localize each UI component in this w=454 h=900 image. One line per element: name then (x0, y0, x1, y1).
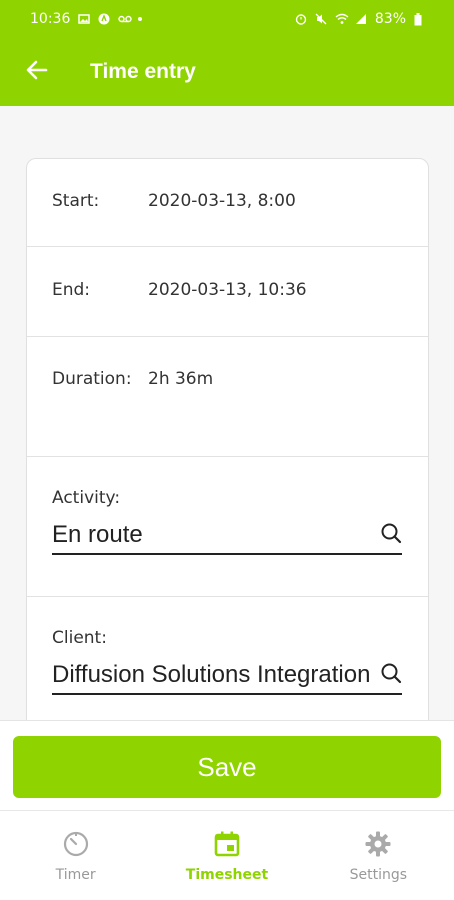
activity-label: Activity: (52, 488, 121, 508)
nav-label-timesheet: Timesheet (185, 867, 269, 883)
page-title: Time entry (90, 60, 196, 83)
client-search-button[interactable] (376, 662, 402, 688)
activity-field[interactable]: En route (52, 517, 402, 555)
nav-label-timer: Timer (55, 867, 96, 883)
status-bar: 10:36 83% (0, 0, 454, 38)
status-right: 83% (295, 11, 426, 27)
app-bar: Time entry (0, 38, 454, 106)
content-area[interactable]: Start: 2020-03-13, 8:00 End: 2020-03-13,… (0, 106, 454, 720)
client-value[interactable]: Diffusion Solutions Integration (52, 661, 376, 689)
client-row: Client: Diffusion Solutions Integration (27, 597, 428, 720)
activity-search-button[interactable] (376, 522, 402, 548)
duration-row: Duration: 2h 36m (27, 337, 428, 457)
calendar-icon (212, 829, 242, 859)
time-entry-card: Start: 2020-03-13, 8:00 End: 2020-03-13,… (26, 158, 429, 720)
save-button[interactable]: Save (13, 736, 441, 798)
timer-icon (61, 829, 91, 859)
search-icon (380, 522, 402, 548)
arrow-left-icon (26, 59, 48, 85)
end-value[interactable]: 2020-03-13, 10:36 (148, 275, 307, 336)
duration-label: Duration: (52, 369, 132, 389)
client-label: Client: (52, 628, 107, 648)
duration-value: 2h 36m (148, 369, 214, 389)
signal-icon (355, 13, 367, 25)
image-notification-icon (78, 13, 91, 25)
client-field[interactable]: Diffusion Solutions Integration (52, 657, 402, 695)
activity-value[interactable]: En route (52, 521, 376, 549)
status-time: 10:36 (30, 11, 71, 27)
search-icon (380, 662, 402, 688)
nav-item-timer[interactable]: Timer (0, 811, 151, 900)
nav-item-timesheet[interactable]: Timesheet (151, 811, 302, 900)
nav-label-settings: Settings (349, 867, 408, 883)
status-left: 10:36 (30, 11, 143, 27)
battery-icon (414, 13, 426, 26)
bottom-nav: Timer Timesheet Settings (0, 810, 454, 900)
alarm-icon (295, 13, 307, 25)
start-row[interactable]: Start: 2020-03-13, 8:00 (27, 159, 428, 247)
start-value[interactable]: 2020-03-13, 8:00 (148, 186, 296, 246)
battery-percentage: 83% (374, 11, 406, 27)
end-label: End: (52, 280, 91, 300)
voicemail-icon (118, 13, 133, 25)
save-area: Save (0, 720, 454, 810)
mute-icon (315, 13, 327, 25)
end-row[interactable]: End: 2020-03-13, 10:36 (27, 247, 428, 337)
app-notification-icon (98, 13, 110, 25)
start-label: Start: (52, 191, 100, 211)
more-notifications-dot-icon (138, 17, 143, 21)
nav-item-settings[interactable]: Settings (303, 811, 454, 900)
wifi-icon (335, 13, 349, 25)
gear-icon (363, 829, 393, 859)
back-button[interactable] (20, 55, 54, 89)
activity-row: Activity: En route (27, 457, 428, 597)
